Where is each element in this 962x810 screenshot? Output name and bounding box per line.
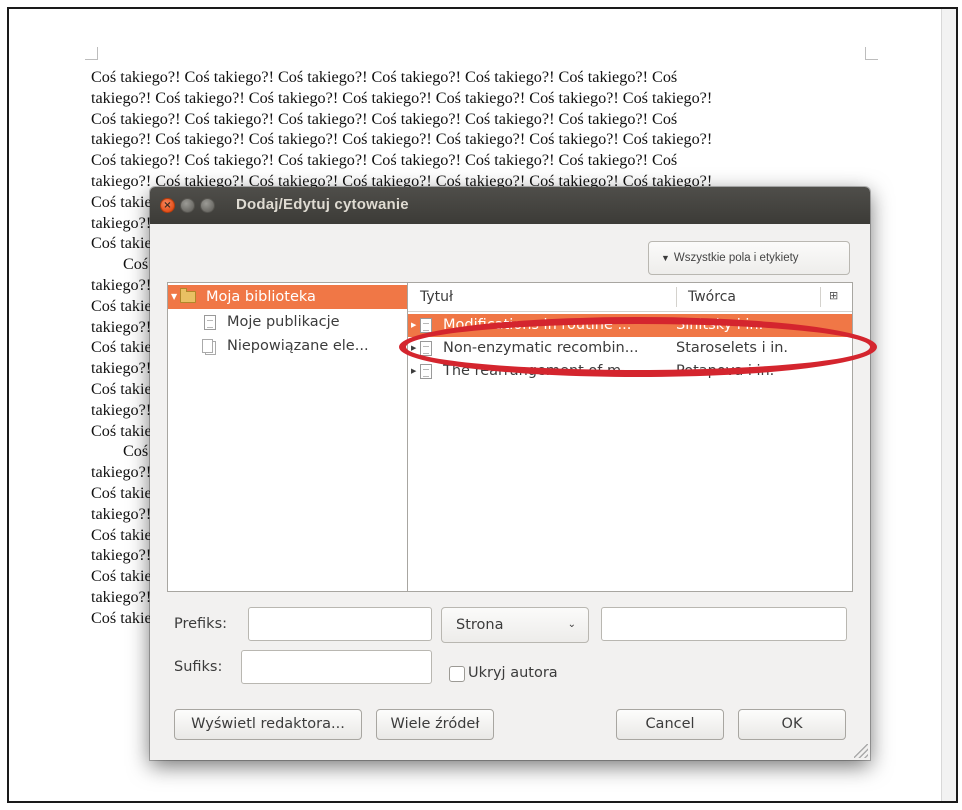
doc-line: Coś takiego?! Coś takiego?! Coś takiego?… [91,109,678,128]
page-corner-mark [865,47,878,60]
column-picker-icon[interactable]: ⊞ [829,289,838,302]
column-header-creator[interactable]: Twórca [688,289,736,305]
fields-mode-label: Wszystkie pola i etykiety [673,252,799,264]
document-icon [420,364,432,379]
tree-item-label: Moje publikacje [227,314,340,330]
cancel-button[interactable]: Cancel [616,709,724,740]
tree-item-my-library[interactable]: ▼ Moja biblioteka [168,285,407,309]
suppress-author-label[interactable]: Ukryj autora [468,665,558,681]
tree-item-label: Moja biblioteka [206,289,316,305]
chevron-down-icon: ▼ [661,253,670,263]
suffix-label: Sufiks: [174,659,223,675]
chevron-down-icon: ⌄ [567,619,576,630]
column-header-title[interactable]: Tytuł [420,289,453,305]
locator-selected-value: Strona [456,617,504,633]
fields-mode-button[interactable]: ▼ Wszystkie pola i etykiety [648,241,850,275]
show-editor-button[interactable]: Wyświetl redaktora... [174,709,362,740]
folder-icon [180,288,196,303]
document-icon [204,315,216,330]
suffix-input[interactable] [241,650,432,684]
column-separator [820,287,821,307]
expander-icon[interactable]: ▶ [411,360,416,383]
close-window-button[interactable]: × [160,198,175,213]
prefix-label: Prefiks: [174,616,228,632]
suppress-author-checkbox[interactable] [449,666,465,682]
library-tree[interactable]: ▼ Moja biblioteka Moje publikacje Niepow… [167,282,408,592]
doc-line: Coś takiego?! Coś takiego?! Coś takiego?… [91,151,678,170]
document-icon [420,318,432,333]
citation-dialog: × Dodaj/Edytuj cytowanie ▼ Wszystkie pola… [150,187,870,760]
locator-select[interactable]: Strona ⌄ [441,607,589,643]
multiple-sources-button[interactable]: Wiele źródeł [376,709,494,740]
dialog-titlebar[interactable]: × Dodaj/Edytuj cytowanie [150,187,870,224]
expander-icon[interactable]: ▼ [171,285,177,309]
close-icon: × [163,200,172,211]
doc-line: Coś takiego?! Coś takiego?! Coś takiego?… [91,68,678,86]
minimize-window-button[interactable] [180,198,195,213]
prefix-input[interactable] [248,607,432,641]
column-separator [676,287,677,307]
tree-item-label: Niepowiązane ele... [227,338,369,354]
page-corner-mark [85,47,98,60]
document-scrollbar[interactable] [941,9,956,801]
expander-icon[interactable]: ▶ [411,314,416,337]
tree-item-unfiled[interactable]: Niepowiązane ele... [168,334,407,358]
items-header: Tytuł Twórca ⊞ [408,283,852,312]
tree-item-my-publications[interactable]: Moje publikacje [168,310,407,334]
resize-grip-icon[interactable] [854,744,868,758]
maximize-window-button[interactable] [200,198,215,213]
dialog-title: Dodaj/Edytuj cytowanie [236,196,409,213]
highlight-annotation [399,317,877,377]
doc-line: takiego?! Coś takiego?! Coś takiego?! Co… [91,88,713,107]
unfiled-items-icon [202,339,213,353]
ok-button[interactable]: OK [738,709,846,740]
doc-line: takiego?! Coś takiego?! Coś takiego?! Co… [91,130,713,149]
locator-input[interactable] [601,607,847,641]
